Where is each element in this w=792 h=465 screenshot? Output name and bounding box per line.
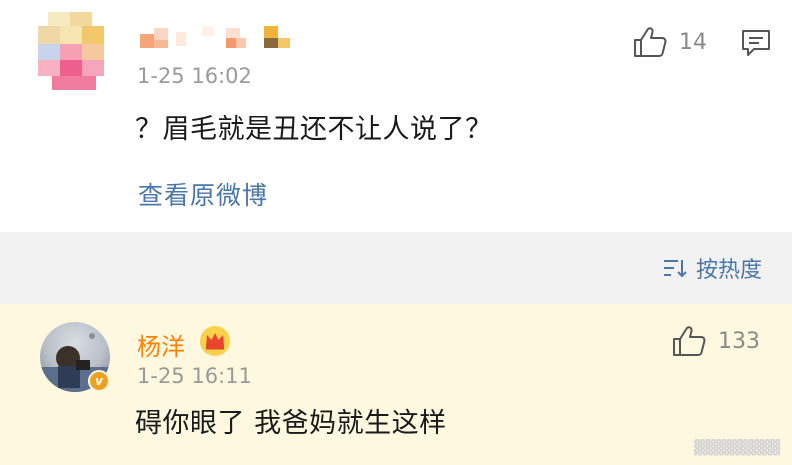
avatar-blurred[interactable] (38, 12, 104, 90)
thumbs-up-icon (673, 326, 706, 356)
like-count: 14 (679, 29, 707, 55)
sort-label: 按热度 (695, 258, 762, 283)
comment-text: 碍你眼了 我爸妈就生这样 (135, 408, 447, 439)
like-button[interactable]: 14 (633, 26, 707, 58)
comment-card: 1-25 16:02 ？眉毛就是丑还不让人说了？ 查看原微博 14 (0, 0, 792, 232)
sort-by-heat-button[interactable]: 按热度 (662, 252, 762, 284)
username-blurred[interactable] (140, 24, 300, 54)
sort-bar: 按热度 (0, 232, 792, 304)
vip-crown-icon (200, 326, 230, 356)
thumbs-up-icon (634, 27, 667, 57)
reply-icon[interactable] (740, 28, 772, 58)
comment-time: 1-25 16:11 (137, 364, 252, 388)
username[interactable]: 杨洋 (137, 327, 185, 362)
view-original-link[interactable]: 查看原微博 (138, 176, 268, 212)
comment-time: 1-25 16:02 (137, 64, 252, 88)
highlighted-comment-card: v 杨洋 1-25 16:11 碍你眼了 我爸妈就生这样 133 ▓▓▓▓▓▓▓… (0, 304, 792, 465)
comment-text: ？眉毛就是丑还不让人说了？ (135, 114, 493, 145)
like-button[interactable]: 133 (672, 325, 760, 357)
sort-icon (663, 260, 687, 278)
watermark: ▓▓▓▓▓▓▓▓ (693, 440, 780, 456)
weibo-comment-view: 1-25 16:02 ？眉毛就是丑还不让人说了？ 查看原微博 14 按热度 v … (0, 0, 792, 465)
like-count: 133 (718, 328, 760, 354)
verified-badge-icon: v (88, 370, 110, 392)
